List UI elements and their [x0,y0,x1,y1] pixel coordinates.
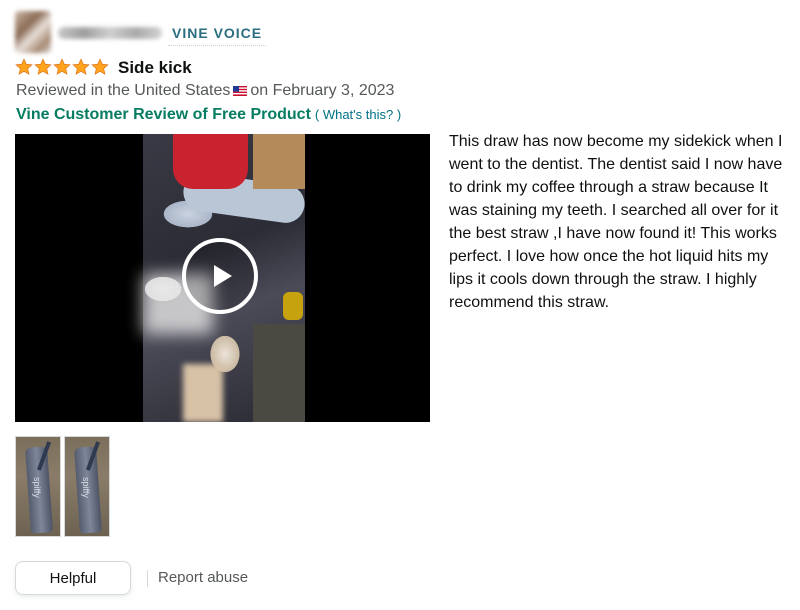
reviewer-name-redacted[interactable] [58,27,162,39]
helpful-button[interactable]: Helpful [15,561,131,595]
vine-voice-badge[interactable]: VINE VOICE [168,21,267,46]
reviewed-in-text: Reviewed in the United States [16,82,231,99]
star-icon [34,58,52,75]
vine-review-label: Vine Customer Review of Free Product [16,106,311,123]
review-body-text: This draw has now become my sidekick whe… [449,133,783,311]
review-video-player[interactable] [15,134,430,422]
thumbnail-product-text: spiffy [81,477,91,498]
review-location-date: Reviewed in the United States on Februar… [16,81,394,101]
vine-review-line: Vine Customer Review of Free Product ( Wh… [16,105,401,125]
star-rating[interactable] [15,58,109,77]
star-icon [15,58,33,75]
star-icon [53,58,71,75]
review-image-thumbnail[interactable]: spiffy [15,436,61,537]
report-abuse-link[interactable]: Report abuse [158,568,248,588]
us-flag-icon [233,86,248,96]
whats-this-link[interactable]: ( What's this? ) [315,107,401,122]
review-image-thumbnail[interactable]: spiffy [64,436,110,537]
thumbnail-product-text: spiffy [32,477,42,498]
review-date: on February 3, 2023 [250,82,395,99]
star-icon [91,58,109,75]
action-divider [147,570,148,587]
reviewer-avatar[interactable] [15,11,51,53]
play-icon[interactable] [182,238,258,314]
review-title[interactable]: Side kick [118,57,192,79]
star-icon [72,58,90,75]
